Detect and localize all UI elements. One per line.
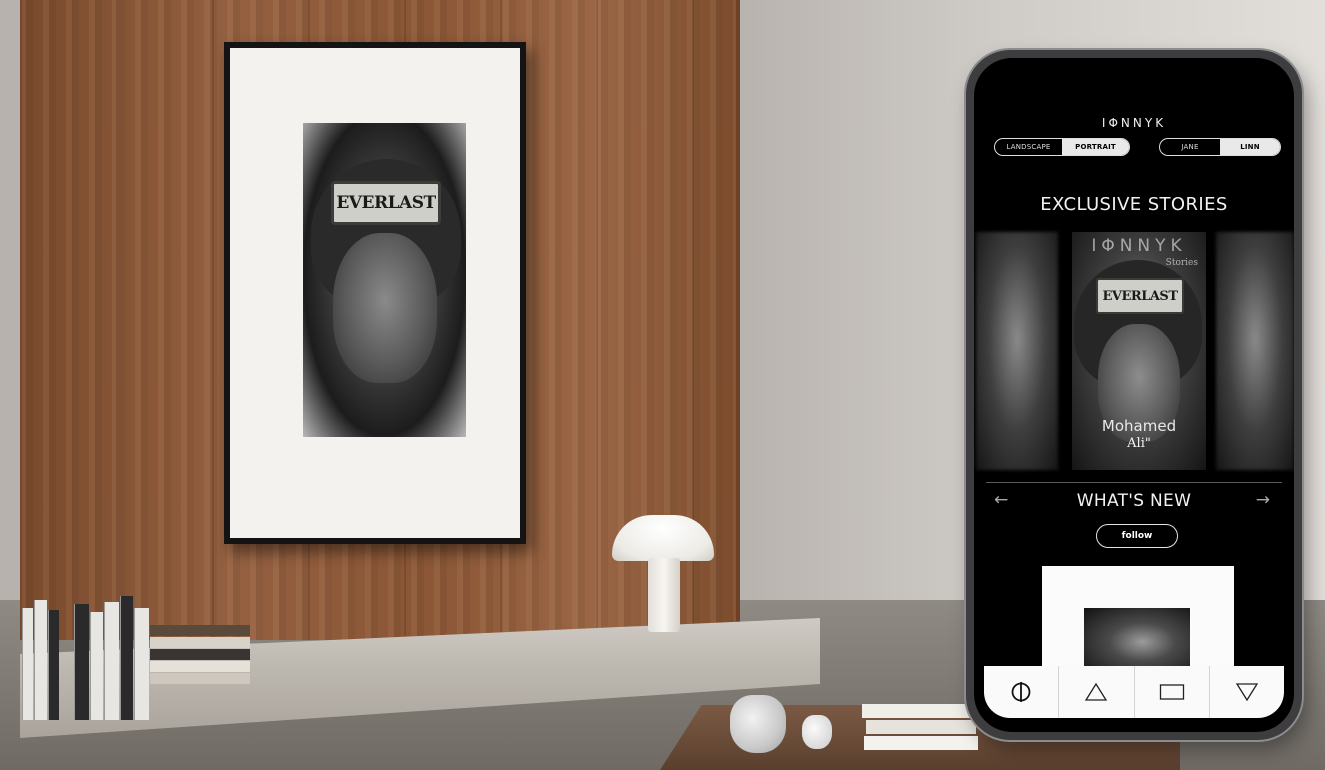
toggle-portrait[interactable]: PORTRAIT (1062, 139, 1129, 155)
triangle-down-icon[interactable] (1210, 666, 1284, 718)
section-divider (986, 482, 1282, 483)
story-subtitle: Stories (1165, 258, 1198, 268)
book (74, 604, 89, 720)
arrow-right-icon[interactable]: → (1256, 490, 1270, 510)
story-card-previous[interactable] (976, 232, 1058, 470)
book (104, 602, 119, 720)
triangle-up-icon[interactable] (1059, 666, 1135, 718)
book (150, 637, 250, 648)
boxer-face (333, 233, 437, 383)
circle-line-icon[interactable] (984, 666, 1060, 718)
smartphone: IΦNNYK LANDSCAPE PORTRAIT JANE LINN EXCL… (966, 50, 1302, 740)
story-card-featured[interactable]: EVERLAST IΦNNYK Stories Mohamed Ali" (1072, 232, 1206, 470)
app-screen: IΦNNYK LANDSCAPE PORTRAIT JANE LINN EXCL… (974, 58, 1294, 732)
story-helmet-badge: EVERLAST (1096, 278, 1184, 314)
book (150, 661, 250, 672)
table-books (862, 704, 980, 752)
book (864, 736, 978, 750)
app-logo: IΦNNYK (1101, 116, 1167, 130)
bottom-nav (984, 666, 1284, 718)
toggle-linn[interactable]: LINN (1220, 139, 1280, 155)
exclusive-stories-heading: EXCLUSIVE STORIES (1040, 194, 1228, 215)
frame-mat: EVERLAST (230, 48, 520, 538)
book (134, 608, 149, 720)
toggle-landscape[interactable]: LANDSCAPE (995, 139, 1062, 155)
rectangle-icon[interactable] (1135, 666, 1210, 718)
stacked-books (150, 625, 258, 695)
book (34, 600, 47, 720)
story-name-last: Ali" (1127, 436, 1151, 451)
orientation-toggle[interactable]: LANDSCAPE PORTRAIT (994, 138, 1130, 156)
story-card-next[interactable] (1216, 232, 1294, 470)
lamp-base (648, 558, 680, 632)
whats-new-heading: WHAT'S NEW (1076, 491, 1192, 511)
wall-frame: EVERLAST (224, 42, 526, 544)
book (150, 625, 250, 636)
book (120, 596, 133, 720)
helmet-badge: EVERLAST (331, 181, 441, 225)
wood-panel-edge (736, 0, 740, 640)
vase (730, 695, 786, 753)
book (150, 673, 250, 684)
story-brand: IΦNNYK (1091, 236, 1187, 256)
toggle-jane[interactable]: JANE (1160, 139, 1220, 155)
follow-button[interactable]: follow (1096, 524, 1178, 548)
boxer-portrait: EVERLAST (303, 123, 466, 437)
small-vase (802, 715, 832, 749)
book (866, 720, 976, 734)
book (48, 610, 59, 720)
book (90, 612, 103, 720)
book (862, 704, 972, 718)
book (22, 608, 33, 720)
story-name-first: Mohamed (1101, 417, 1177, 435)
feed-card[interactable] (1042, 566, 1234, 676)
user-toggle[interactable]: JANE LINN (1159, 138, 1281, 156)
book (150, 649, 250, 660)
